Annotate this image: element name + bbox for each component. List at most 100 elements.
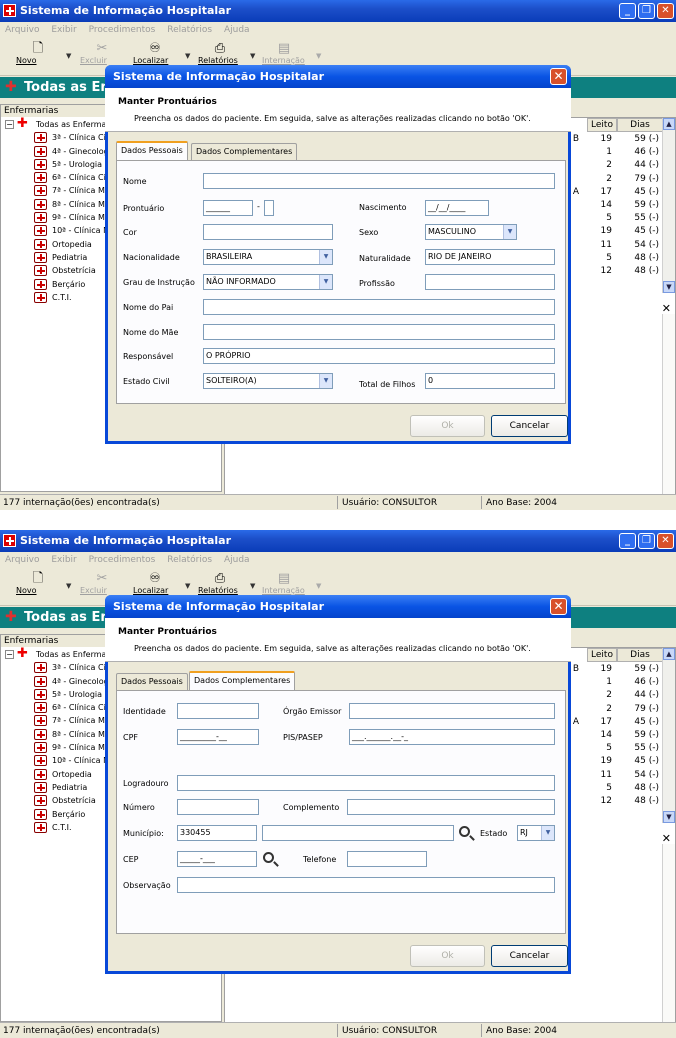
prontuario-field[interactable]: ______ bbox=[203, 200, 253, 216]
scroll-up-icon[interactable]: ▲ bbox=[663, 648, 675, 660]
grid-cell-leito[interactable]: 19 bbox=[587, 226, 612, 236]
grid-cell-dias[interactable]: 44 (-) bbox=[617, 160, 659, 170]
grid-cell-leito[interactable]: 11 bbox=[587, 770, 612, 780]
chevron-down-icon[interactable]: ▼ bbox=[503, 225, 516, 239]
lower-scrollbar[interactable] bbox=[662, 314, 675, 494]
novo-dropdown-icon[interactable]: ▼ bbox=[66, 52, 71, 60]
municipio-code-field[interactable]: 330455 bbox=[177, 825, 257, 841]
collapse-icon[interactable]: − bbox=[5, 120, 14, 129]
grid-cell-dias[interactable]: 44 (-) bbox=[617, 690, 659, 700]
localizar-dropdown-icon[interactable]: ▼ bbox=[185, 52, 190, 60]
grid-cell-dias[interactable]: 48 (-) bbox=[617, 796, 659, 806]
search-municipio-icon[interactable] bbox=[459, 826, 470, 837]
nome-field[interactable] bbox=[203, 173, 555, 189]
grid-cell-leito[interactable]: 1 bbox=[587, 677, 612, 687]
grid-cell-leito[interactable]: 19 bbox=[587, 756, 612, 766]
grid-cell-leito[interactable]: 17 bbox=[587, 717, 612, 727]
relatorios-button[interactable]: ⎙ Relatórios bbox=[198, 42, 242, 66]
tab-dados-pessoais[interactable]: Dados Pessoais bbox=[116, 673, 188, 690]
identidade-field[interactable] bbox=[177, 703, 259, 719]
grid-cell-dias[interactable]: 55 (-) bbox=[617, 743, 659, 753]
localizar-button[interactable]: ♾ Localizar bbox=[133, 572, 177, 596]
grid-cell-dias[interactable]: 59 (-) bbox=[617, 664, 659, 674]
chevron-down-icon[interactable]: ▼ bbox=[319, 275, 332, 289]
col-leito[interactable]: Leito bbox=[587, 648, 617, 662]
grid-cell-leito[interactable]: 19 bbox=[587, 664, 612, 674]
scroll-up-icon[interactable]: ▲ bbox=[663, 118, 675, 130]
localizar-dropdown-icon[interactable]: ▼ bbox=[185, 582, 190, 590]
grid-cell-dias[interactable]: 46 (-) bbox=[617, 677, 659, 687]
menu-ajuda[interactable]: Ajuda bbox=[224, 25, 250, 35]
cep-field[interactable]: _____-___ bbox=[177, 851, 257, 867]
grid-cell-dias[interactable]: 45 (-) bbox=[617, 756, 659, 766]
estado-select[interactable]: RJ ▼ bbox=[517, 825, 555, 841]
localizar-button[interactable]: ♾ Localizar bbox=[133, 42, 177, 66]
tab-dados-complementares[interactable]: Dados Complementares bbox=[191, 143, 298, 160]
grid-cell-leito[interactable]: 5 bbox=[587, 213, 612, 223]
grid-cell-leito[interactable]: 2 bbox=[587, 174, 612, 184]
novo-button[interactable]: 🗋 Novo bbox=[16, 42, 60, 66]
grid-scrollbar[interactable]: ▲ ▼ bbox=[662, 648, 675, 823]
estado-civil-select[interactable]: SOLTEIRO(A) ▼ bbox=[203, 373, 333, 389]
collapse-icon[interactable]: − bbox=[5, 650, 14, 659]
total-filhos-field[interactable]: 0 bbox=[425, 373, 555, 389]
relatorios-dropdown-icon[interactable]: ▼ bbox=[250, 52, 255, 60]
municipio-name-field[interactable] bbox=[262, 825, 454, 841]
ok-button[interactable]: Ok bbox=[410, 415, 485, 437]
grid-cell-dias[interactable]: 46 (-) bbox=[617, 147, 659, 157]
scroll-down-icon[interactable]: ▼ bbox=[663, 281, 675, 293]
novo-button[interactable]: 🗋 Novo bbox=[16, 572, 60, 596]
menu-arquivo[interactable]: Arquivo bbox=[5, 25, 39, 35]
grid-cell-leito[interactable]: 19 bbox=[587, 134, 612, 144]
excluir-button[interactable]: ✂ Excluir bbox=[80, 42, 124, 66]
grid-cell-leito[interactable]: 5 bbox=[587, 783, 612, 793]
grid-cell-dias[interactable]: 79 (-) bbox=[617, 174, 659, 184]
telefone-field[interactable] bbox=[347, 851, 427, 867]
nacionalidade-select[interactable]: BRASILEIRA ▼ bbox=[203, 249, 333, 265]
responsavel-field[interactable]: O PRÓPRIO bbox=[203, 348, 555, 364]
chevron-down-icon[interactable]: ▼ bbox=[319, 374, 332, 388]
col-dias[interactable]: Dias bbox=[617, 648, 663, 662]
novo-dropdown-icon[interactable]: ▼ bbox=[66, 582, 71, 590]
grid-cell-leito[interactable]: 5 bbox=[587, 743, 612, 753]
nome-mae-field[interactable] bbox=[203, 324, 555, 340]
cor-field[interactable] bbox=[203, 224, 333, 240]
grid-cell-dias[interactable]: 45 (-) bbox=[617, 226, 659, 236]
grid-cell-dias[interactable]: 54 (-) bbox=[617, 240, 659, 250]
relatorios-button[interactable]: ⎙ Relatórios bbox=[198, 572, 242, 596]
chevron-down-icon[interactable]: ▼ bbox=[541, 826, 554, 840]
grid-cell-leito[interactable]: 11 bbox=[587, 240, 612, 250]
grid-cell-dias[interactable]: 48 (-) bbox=[617, 266, 659, 276]
internacao-dropdown-icon[interactable]: ▼ bbox=[316, 52, 321, 60]
grid-scrollbar[interactable]: ▲ ▼ bbox=[662, 118, 675, 293]
search-cep-icon[interactable] bbox=[263, 852, 274, 863]
lower-scrollbar[interactable] bbox=[662, 844, 675, 1022]
grid-cell-leito[interactable]: 2 bbox=[587, 160, 612, 170]
sexo-select[interactable]: MASCULINO ▼ bbox=[425, 224, 517, 240]
menu-arquivo[interactable]: Arquivo bbox=[5, 555, 39, 565]
nome-pai-field[interactable] bbox=[203, 299, 555, 315]
orgao-emissor-field[interactable] bbox=[349, 703, 555, 719]
relatorios-dropdown-icon[interactable]: ▼ bbox=[250, 582, 255, 590]
grid-cell-leito[interactable]: 14 bbox=[587, 200, 612, 210]
ok-button[interactable]: Ok bbox=[410, 945, 485, 967]
grid-cell-leito[interactable]: 5 bbox=[587, 253, 612, 263]
cpf-field[interactable]: _________-__ bbox=[177, 729, 259, 745]
grid-cell-leito[interactable]: 2 bbox=[587, 704, 612, 714]
menu-relatorios[interactable]: Relatórios bbox=[167, 25, 212, 35]
dialog-close-button[interactable]: ✕ bbox=[550, 598, 567, 615]
dialog-close-button[interactable]: ✕ bbox=[550, 68, 567, 85]
minimize-button[interactable]: _ bbox=[619, 533, 636, 549]
grid-cell-leito[interactable]: 14 bbox=[587, 730, 612, 740]
menu-ajuda[interactable]: Ajuda bbox=[224, 555, 250, 565]
tab-dados-complementares[interactable]: Dados Complementares bbox=[189, 671, 296, 690]
minimize-button[interactable]: _ bbox=[619, 3, 636, 19]
complemento-field[interactable] bbox=[347, 799, 555, 815]
grid-cell-leito[interactable]: 12 bbox=[587, 796, 612, 806]
grid-cell-leito[interactable]: 17 bbox=[587, 187, 612, 197]
observacao-field[interactable] bbox=[177, 877, 555, 893]
internacao-button[interactable]: ▤ Internação bbox=[262, 572, 306, 596]
internacao-button[interactable]: ▤ Internação bbox=[262, 42, 306, 66]
menu-relatorios[interactable]: Relatórios bbox=[167, 555, 212, 565]
grid-cell-dias[interactable]: 59 (-) bbox=[617, 730, 659, 740]
